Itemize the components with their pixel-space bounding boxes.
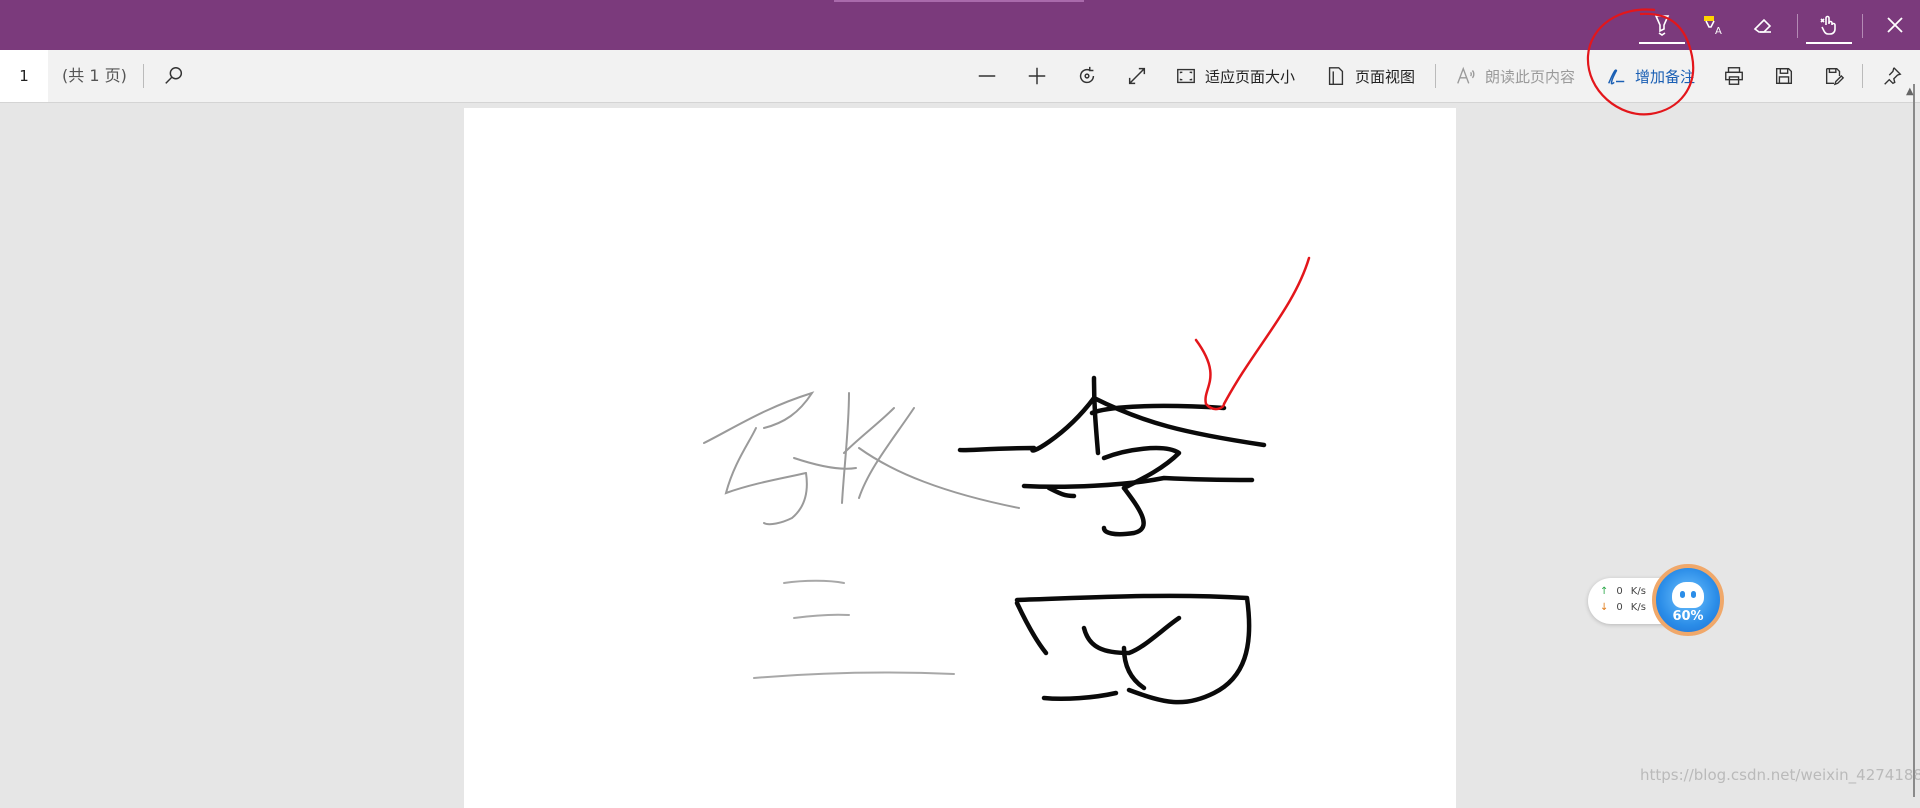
read-aloud-icon	[1457, 66, 1475, 84]
rotate-button[interactable]	[1073, 62, 1101, 90]
read-aloud-button[interactable]: 朗读此页内容	[1455, 50, 1575, 102]
read-aloud-label: 朗读此页内容	[1485, 67, 1576, 86]
plus-icon	[1028, 67, 1046, 85]
document-page	[464, 108, 1456, 808]
page-view-button[interactable]: 页面视图	[1325, 50, 1415, 102]
zoom-in-button[interactable]	[1023, 62, 1051, 90]
print-icon[interactable]	[1720, 62, 1748, 90]
ink-signature-li	[957, 375, 1267, 537]
title-separator	[1862, 14, 1863, 38]
download-arrow-icon: ↓	[1600, 602, 1609, 613]
toolbar-separator	[143, 64, 144, 88]
pin-icon[interactable]	[1878, 62, 1906, 90]
scroll-up-arrow-icon[interactable]: ▲	[1906, 86, 1914, 97]
close-icon[interactable]	[1878, 8, 1912, 42]
toolbar-separator	[1862, 64, 1863, 88]
eraser-icon[interactable]	[1746, 8, 1780, 42]
title-separator	[1797, 14, 1798, 38]
page-total-label: (共 1 页)	[62, 66, 127, 85]
red-annotation-circle	[1586, 8, 1695, 116]
handwriting-canvas	[703, 256, 1311, 705]
memory-percent: 60%	[1672, 609, 1704, 624]
watermark-text: https://blog.csdn.net/weixin_42741880	[1640, 766, 1920, 784]
highlight-icon[interactable]: A	[1696, 8, 1730, 42]
fit-page-label: 适应页面大小	[1205, 67, 1296, 86]
upload-speed-row: ↑ 0 K/s	[1600, 586, 1646, 597]
pencil-signature-zhang	[703, 391, 1020, 526]
pencil-signature-san	[753, 579, 955, 679]
upload-arrow-icon: ↑	[1600, 586, 1609, 597]
save-as-icon[interactable]	[1820, 62, 1848, 90]
accelerator-ball-icon[interactable]: 60%	[1652, 564, 1724, 636]
fit-page-button[interactable]: 适应页面大小	[1175, 50, 1295, 102]
upload-value: 0	[1616, 586, 1623, 597]
toolbar-separator	[1435, 64, 1436, 88]
save-icon[interactable]	[1770, 62, 1798, 90]
ball-face-icon	[1672, 582, 1704, 608]
svg-text:A: A	[1715, 26, 1722, 37]
touch-active-indicator	[1806, 42, 1852, 44]
vertical-scrollbar[interactable]	[1913, 84, 1915, 797]
download-value: 0	[1616, 602, 1623, 613]
page-view-icon	[1328, 67, 1344, 85]
expand-icon	[1128, 67, 1146, 85]
fullscreen-button[interactable]	[1123, 62, 1151, 90]
page-number-input[interactable]: 1	[0, 50, 48, 102]
red-check-mark	[1194, 256, 1311, 411]
fit-page-icon	[1177, 68, 1195, 84]
search-icon[interactable]	[160, 62, 188, 90]
download-unit: K/s	[1630, 602, 1646, 613]
page-view-label: 页面视图	[1355, 67, 1416, 86]
zoom-out-button[interactable]	[973, 62, 1001, 90]
minus-icon	[978, 75, 996, 77]
touch-write-icon[interactable]	[1806, 8, 1852, 44]
title-bar-accent	[834, 0, 1084, 2]
upload-unit: K/s	[1630, 586, 1646, 597]
download-speed-row: ↓ 0 K/s	[1600, 602, 1646, 613]
ink-signature-si	[1014, 593, 1252, 705]
rotate-icon	[1079, 66, 1095, 84]
